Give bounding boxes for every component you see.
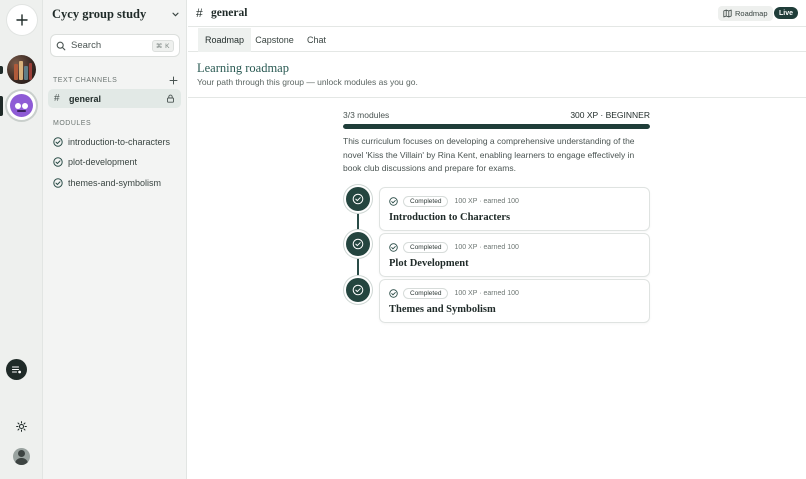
channel-header: # general Roadmap Live xyxy=(188,0,806,27)
search-shortcut: ⌘ K xyxy=(151,39,174,52)
timeline-node xyxy=(346,187,370,211)
modules-count: 3/3 modules xyxy=(343,110,390,120)
channel-name: general xyxy=(69,93,102,104)
tab-capstone[interactable]: Capstone xyxy=(252,28,297,52)
progress-bar xyxy=(343,124,650,129)
server-indicator xyxy=(0,66,3,74)
live-badge: Live xyxy=(774,7,799,19)
check-circle-icon xyxy=(352,193,364,205)
tab-chat[interactable]: Chat xyxy=(299,28,334,52)
roadmap-button-label: Roadmap xyxy=(735,9,768,18)
server-icon-bot[interactable] xyxy=(7,91,36,120)
add-server-button[interactable] xyxy=(7,5,37,35)
roadmap-button[interactable]: Roadmap xyxy=(718,6,773,21)
text-channels-header: TEXT CHANNELS xyxy=(53,75,178,85)
sidebar-module-themes-and-symbolism[interactable]: themes-and-symbolism xyxy=(53,176,161,190)
group-header[interactable]: Cycy group study xyxy=(52,7,180,21)
status-badge: Completed xyxy=(403,195,449,207)
check-circle-icon xyxy=(53,178,63,188)
tab-bar: Roadmap Capstone Chat xyxy=(188,28,806,52)
modules-header: MODULES xyxy=(53,118,178,128)
timeline-node xyxy=(346,278,370,302)
user-avatar[interactable] xyxy=(13,448,30,465)
divider xyxy=(188,97,806,98)
channel-sidebar: Cycy group study Search ⌘ K TEXT CHANNEL… xyxy=(43,0,187,479)
xp-level: 300 XP · BEGINNER xyxy=(570,110,650,120)
search-icon xyxy=(56,41,66,50)
progress-summary: 3/3 modules 300 XP · BEGINNER xyxy=(343,109,650,121)
module-name: introduction-to-characters xyxy=(68,137,171,147)
chevron-down-icon xyxy=(172,12,179,16)
theme-toggle-button[interactable] xyxy=(14,419,28,433)
roadmap-title: Learning roadmap xyxy=(197,61,289,75)
roadmap-subtitle: Your path through this group — unlock mo… xyxy=(197,77,418,87)
search-input[interactable]: Search ⌘ K xyxy=(50,34,180,57)
module-meta: Completed 100 XP · earned 100 xyxy=(389,287,519,299)
server-rail xyxy=(0,0,43,479)
curriculum-description: This curriculum focuses on developing a … xyxy=(343,136,635,173)
module-xp: 100 XP · earned 100 xyxy=(454,289,519,297)
module-title: Themes and Symbolism xyxy=(389,304,496,315)
plus-icon xyxy=(16,14,28,26)
lock-icon xyxy=(167,94,174,103)
module-meta: Completed 100 XP · earned 100 xyxy=(389,195,519,207)
hash-icon: # xyxy=(196,6,203,20)
module-card[interactable]: Completed 100 XP · earned 100 Themes and… xyxy=(379,279,650,323)
hash-icon: # xyxy=(54,93,60,104)
module-xp: 100 XP · earned 100 xyxy=(454,197,519,205)
module-meta: Completed 100 XP · earned 100 xyxy=(389,241,519,253)
group-title: Cycy group study xyxy=(52,6,147,21)
queue-button[interactable] xyxy=(6,359,27,380)
sun-icon xyxy=(15,420,27,432)
modules-label: MODULES xyxy=(53,119,92,127)
text-channels-label: TEXT CHANNELS xyxy=(53,76,118,84)
sidebar-module-plot-development[interactable]: plot-development xyxy=(53,155,137,169)
list-icon xyxy=(11,366,21,374)
channel-item-general[interactable]: # general xyxy=(48,89,181,108)
check-circle-icon xyxy=(352,238,364,250)
module-name: plot-development xyxy=(68,157,138,167)
module-card[interactable]: Completed 100 XP · earned 100 Plot Devel… xyxy=(379,233,650,277)
tab-roadmap[interactable]: Roadmap xyxy=(198,28,251,52)
check-circle-icon xyxy=(389,242,398,252)
sidebar-module-introduction-to-characters[interactable]: introduction-to-characters xyxy=(53,135,170,149)
plus-icon[interactable] xyxy=(169,76,178,85)
status-badge: Completed xyxy=(403,287,449,299)
check-circle-icon xyxy=(53,137,63,147)
status-badge: Completed xyxy=(403,241,449,253)
search-label: Search xyxy=(71,40,102,51)
main-panel: # general Roadmap Live Roadmap Capstone … xyxy=(188,0,806,479)
check-circle-icon xyxy=(53,157,63,167)
check-circle-icon xyxy=(352,284,364,296)
check-circle-icon xyxy=(389,196,398,206)
module-title: Introduction to Characters xyxy=(389,212,511,223)
map-icon xyxy=(723,9,732,18)
module-name: themes-and-symbolism xyxy=(68,178,162,188)
module-title: Plot Development xyxy=(389,258,469,269)
progress-bar-fill xyxy=(343,124,650,129)
server-icon-books[interactable] xyxy=(7,55,36,84)
channel-title: general xyxy=(211,7,248,19)
check-circle-icon xyxy=(389,288,398,298)
server-indicator-active xyxy=(0,96,3,116)
module-xp: 100 XP · earned 100 xyxy=(454,243,519,251)
module-card[interactable]: Completed 100 XP · earned 100 Introducti… xyxy=(379,187,650,231)
timeline-node xyxy=(346,232,370,256)
